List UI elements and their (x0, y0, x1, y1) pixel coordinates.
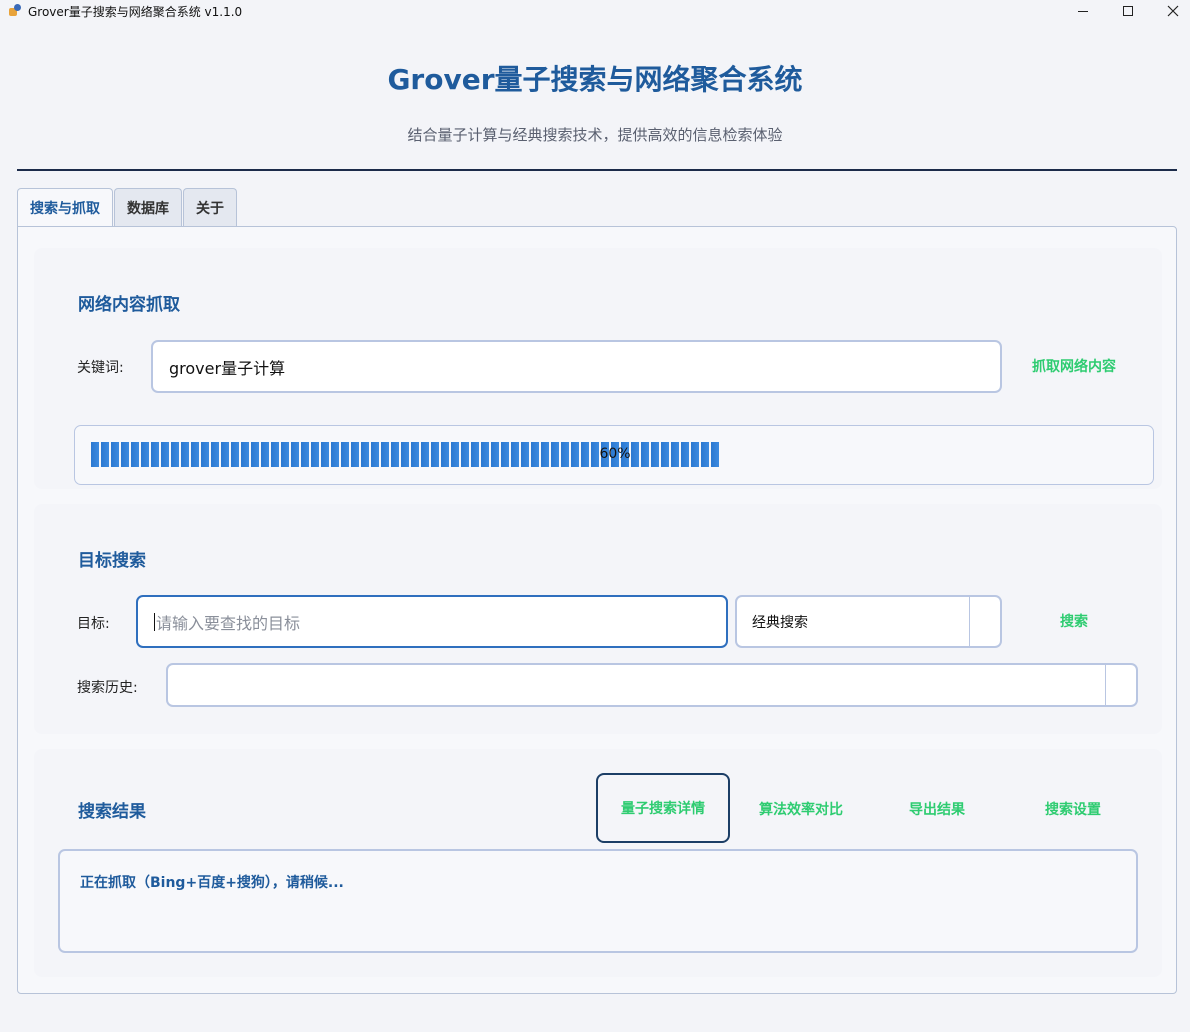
close-button[interactable] (1150, 0, 1190, 22)
target-search-card: 目标搜索 目标: 请输入要查找的目标 经典搜索 搜索 搜索历史: (34, 504, 1162, 734)
search-settings-button[interactable]: 搜索设置 (1006, 791, 1140, 827)
python-icon (8, 4, 22, 18)
export-results-button[interactable]: 导出结果 (870, 791, 1004, 827)
search-method-select[interactable]: 经典搜索 (735, 595, 1002, 648)
tab-about[interactable]: 关于 (183, 188, 237, 226)
results-card: 搜索结果 量子搜索详情 算法效率对比 导出结果 搜索设置 正在抓取（Bing+百… (34, 749, 1162, 977)
dropdown-arrow-icon[interactable] (969, 597, 1000, 646)
close-icon (1167, 5, 1179, 17)
target-input[interactable]: 请输入要查找的目标 (136, 595, 728, 648)
keyword-label: 关键词: (77, 360, 124, 376)
minimize-icon (1078, 10, 1088, 12)
target-search-title: 目标搜索 (78, 551, 146, 571)
page-title: Grover量子搜索与网络聚合系统 (387, 63, 803, 96)
history-label: 搜索历史: (77, 680, 138, 696)
history-dropdown-arrow-icon[interactable] (1105, 665, 1136, 705)
quantum-details-button[interactable]: 量子搜索详情 (596, 773, 730, 843)
tab-search-crawl[interactable]: 搜索与抓取 (17, 188, 113, 227)
target-label: 目标: (77, 616, 110, 632)
target-placeholder: 请输入要查找的目标 (156, 613, 301, 633)
crawl-button[interactable]: 抓取网络内容 (1014, 348, 1134, 384)
progress-text: 60% (599, 446, 631, 462)
text-caret (154, 612, 155, 631)
keyword-input[interactable]: grover量子计算 (151, 340, 1002, 393)
results-output[interactable]: 正在抓取（Bing+百度+搜狗），请稍候... (58, 849, 1138, 953)
maximize-icon (1123, 6, 1133, 16)
minimize-button[interactable] (1060, 0, 1106, 22)
tab-bar: 搜索与抓取 数据库 关于 (17, 188, 238, 227)
window-titlebar: Grover量子搜索与网络聚合系统 v1.1.0 (0, 0, 1190, 22)
algorithm-compare-button[interactable]: 算法效率对比 (734, 791, 868, 827)
results-title: 搜索结果 (78, 802, 146, 822)
crawl-card: 网络内容抓取 关键词: grover量子计算 抓取网络内容 60% (34, 248, 1162, 489)
tab-panel-search-crawl: 网络内容抓取 关键词: grover量子计算 抓取网络内容 60% 目标搜索 目… (17, 226, 1177, 994)
tab-database[interactable]: 数据库 (114, 188, 182, 226)
page-subtitle: 结合量子计算与经典搜索技术，提供高效的信息检索体验 (407, 126, 783, 144)
results-status-text: 正在抓取（Bing+百度+搜狗），请稍候... (80, 875, 344, 891)
crawl-progress-bar: 60% (74, 425, 1154, 485)
search-method-value: 经典搜索 (752, 614, 808, 631)
search-history-select[interactable] (166, 663, 1138, 707)
crawl-title: 网络内容抓取 (78, 295, 180, 315)
header-divider (17, 169, 1177, 171)
maximize-button[interactable] (1105, 0, 1151, 22)
search-button[interactable]: 搜索 (1014, 603, 1134, 639)
keyword-value: grover量子计算 (169, 358, 286, 378)
window-title: Grover量子搜索与网络聚合系统 v1.1.0 (28, 4, 243, 19)
